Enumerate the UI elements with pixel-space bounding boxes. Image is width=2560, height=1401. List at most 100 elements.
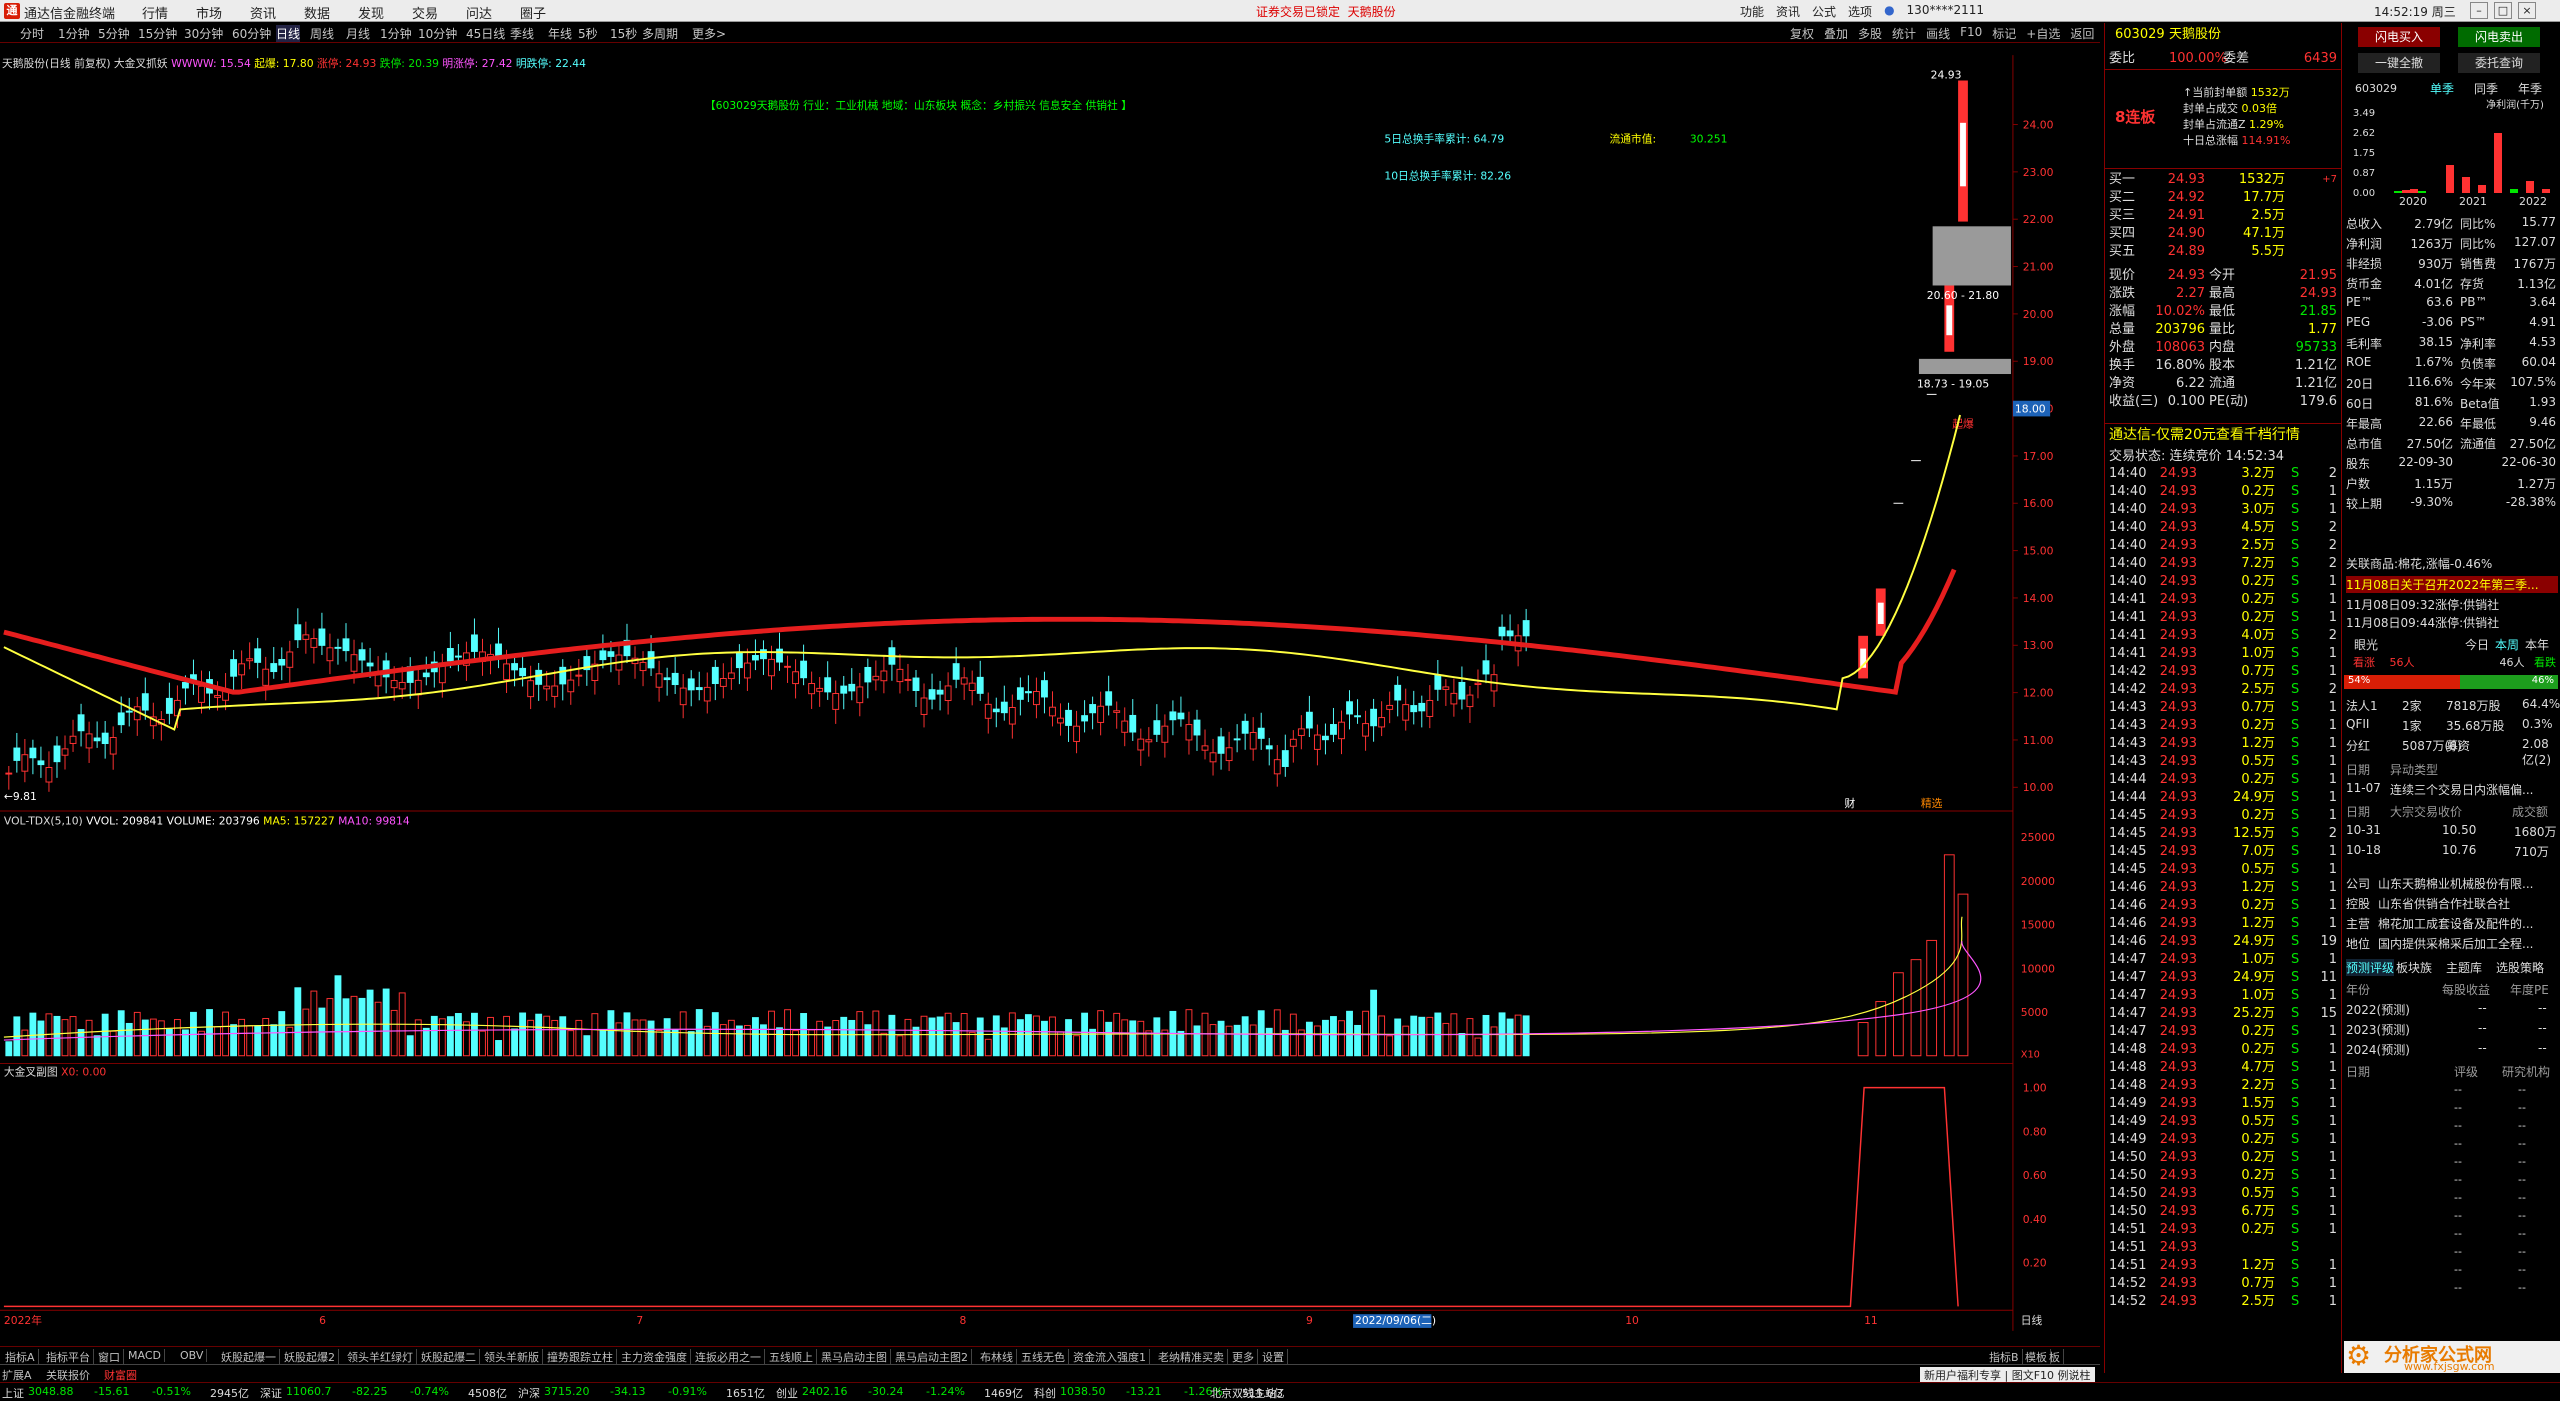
menu-options[interactable]: 选项: [1848, 3, 1872, 20]
flash-buy-button[interactable]: 闪电买入: [2358, 27, 2440, 47]
tool-button-6[interactable]: 标记: [1992, 25, 2016, 42]
fin-tab-1[interactable]: 同季: [2466, 81, 2506, 97]
tab-extend[interactable]: 扩展A: [2, 1367, 32, 1383]
menu-data[interactable]: 数据: [290, 3, 344, 22]
tool-button-1[interactable]: 叠加: [1824, 25, 1848, 42]
period-7[interactable]: 周线: [310, 25, 334, 42]
menu-market[interactable]: 市场: [182, 3, 236, 22]
flash-sell-button[interactable]: 闪电卖出: [2458, 27, 2540, 47]
rating-cell: --: [2454, 1137, 2462, 1150]
indicator-tab-21[interactable]: 设置: [1259, 1349, 1288, 1365]
tool-button-3[interactable]: 统计: [1892, 25, 1916, 42]
indicator-tab-4[interactable]: OBV: [177, 1349, 208, 1362]
pred-tab-0[interactable]: 预测评级: [2346, 959, 2395, 976]
menu-ask[interactable]: 问达: [452, 3, 506, 22]
menu-circle[interactable]: 圈子: [506, 3, 560, 22]
period-15[interactable]: 15秒: [610, 25, 637, 42]
trade-lock-notice[interactable]: 证券交易已锁定 天鹅股份: [1256, 3, 1396, 20]
fin-tab-0[interactable]: 单季: [2422, 81, 2462, 97]
period-2[interactable]: 5分钟: [98, 25, 130, 42]
menu-trade[interactable]: 交易: [398, 3, 452, 22]
period-11[interactable]: 45日线: [466, 25, 505, 42]
vision-tab-1[interactable]: 本周: [2492, 637, 2522, 653]
period-3[interactable]: 15分钟: [138, 25, 177, 42]
indicator-tab-18[interactable]: 资金流入强度1: [1070, 1349, 1150, 1365]
indicator-tab-15[interactable]: 黑马启动主图2: [892, 1349, 972, 1365]
event-cell[interactable]: 11-07: [2346, 781, 2381, 795]
indicator-tab-8[interactable]: 妖股起爆二: [418, 1349, 480, 1365]
tool-button-5[interactable]: F10: [1960, 25, 1982, 42]
indicator-tab-7[interactable]: 领头羊红绿灯: [344, 1349, 417, 1365]
indicator-tab-1[interactable]: 指标平台: [43, 1349, 94, 1365]
indicator-tab-19[interactable]: 老纳精准买卖: [1155, 1349, 1228, 1365]
indicator-tab-12[interactable]: 连扳必用之一: [692, 1349, 765, 1365]
vision-tab-2[interactable]: 本年: [2522, 637, 2552, 653]
indicator-tab-5[interactable]: 妖股起爆一: [218, 1349, 280, 1365]
maximize-icon[interactable]: □: [2494, 2, 2512, 19]
indicator-tab-0[interactable]: 指标A: [2, 1349, 39, 1365]
tab-wealth-circle[interactable]: 财富圈: [104, 1367, 137, 1383]
right-tab-2[interactable]: 板: [2046, 1349, 2064, 1365]
tool-button-4[interactable]: 画线: [1926, 25, 1950, 42]
period-17[interactable]: 更多>: [692, 25, 726, 42]
period-10[interactable]: 10分钟: [418, 25, 457, 42]
promo-link[interactable]: 新用户福利专享 | 图文F10 例说柱: [1920, 1367, 2095, 1383]
order-query-button[interactable]: 委托查询: [2458, 53, 2540, 73]
indicator-tab-9[interactable]: 领头羊新版: [481, 1349, 543, 1365]
period-9[interactable]: 1分钟: [380, 25, 412, 42]
tool-button-7[interactable]: +自选: [2026, 25, 2060, 42]
cell: 14:52: [2109, 1294, 2147, 1309]
period-16[interactable]: 多周期: [642, 25, 678, 42]
indicator-tab-14[interactable]: 黑马启动主图: [818, 1349, 891, 1365]
period-8[interactable]: 月线: [346, 25, 370, 42]
event-cell[interactable]: 连续三个交易日内涨幅偏...: [2390, 781, 2533, 798]
period-0[interactable]: 分时: [20, 25, 44, 42]
tool-button-8[interactable]: 返回: [2070, 25, 2094, 42]
indicator-tab-13[interactable]: 五线顺上: [766, 1349, 817, 1365]
period-5[interactable]: 60分钟: [232, 25, 271, 42]
indicator-tab-16[interactable]: 布林线: [977, 1349, 1017, 1365]
cancel-all-button[interactable]: 一键全撤: [2358, 53, 2440, 73]
account-id[interactable]: 130****2111: [1907, 3, 1984, 20]
period-12[interactable]: 季线: [510, 25, 534, 42]
indicator-tab-3[interactable]: MACD: [125, 1349, 165, 1362]
indicator-tab-17[interactable]: 五线无色: [1018, 1349, 1069, 1365]
indicator-tab-10[interactable]: 撞势跟踪立柱: [544, 1349, 617, 1365]
period-1[interactable]: 1分钟: [58, 25, 90, 42]
indicator-tab-20[interactable]: 更多: [1229, 1349, 1258, 1365]
period-4[interactable]: 30分钟: [184, 25, 223, 42]
close-icon[interactable]: ×: [2518, 2, 2536, 19]
related-commodity[interactable]: 关联商品:棉花,涨幅-0.46%: [2346, 555, 2492, 572]
pred-tab-2[interactable]: 主题库: [2446, 959, 2482, 976]
tab-related-quote[interactable]: 关联报价: [46, 1367, 90, 1383]
menu-info[interactable]: 资讯: [1776, 3, 1800, 20]
volume-bar: [503, 1015, 510, 1057]
period-13[interactable]: 年线: [548, 25, 572, 42]
tool-button-2[interactable]: 多股: [1858, 25, 1882, 42]
news-item[interactable]: 11月08日09:32涨停:供销社: [2346, 596, 2499, 613]
period-6[interactable]: 日线: [276, 25, 301, 42]
menu-news[interactable]: 资讯: [236, 3, 290, 22]
menu-discover[interactable]: 发现: [344, 3, 398, 22]
server-status[interactable]: 北京双线主站3: [1210, 1385, 1283, 1401]
menu-function[interactable]: 功能: [1740, 3, 1764, 20]
indicator-tab-11[interactable]: 主力资金强度: [618, 1349, 691, 1365]
tool-button-0[interactable]: 复权: [1790, 25, 1814, 42]
right-tab-0[interactable]: 指标B: [1986, 1349, 2023, 1365]
indicator-tab-6[interactable]: 妖股起爆2: [281, 1349, 339, 1365]
inst-cell: 分红: [2346, 739, 2371, 753]
kline-chart[interactable]: 天鹅股份(日线 前复权) 大金叉抓妖 WWWW: 15.54 起爆: 17.80…: [0, 43, 2056, 1343]
vision-tab-0[interactable]: 今日: [2462, 637, 2492, 653]
user-icon[interactable]: ●: [1884, 3, 1894, 20]
promo-banner[interactable]: 通达信-仅需20元查看千档行情: [2105, 423, 2341, 443]
indicator-tab-2[interactable]: 窗口: [95, 1349, 124, 1365]
news-item[interactable]: 11月08日09:44涨停:供销社: [2346, 614, 2499, 631]
menu-formula[interactable]: 公式: [1812, 3, 1836, 20]
news-item[interactable]: 11月08日关于召开2022年第三季...: [2346, 576, 2558, 593]
period-14[interactable]: 5秒: [578, 25, 598, 42]
pred-tab-3[interactable]: 选股策略: [2496, 959, 2544, 976]
menu-quotes[interactable]: 行情: [128, 3, 182, 22]
minimize-icon[interactable]: –: [2470, 2, 2488, 19]
pred-tab-1[interactable]: 板块族: [2396, 959, 2432, 976]
fin-tab-2[interactable]: 年季: [2510, 81, 2550, 97]
